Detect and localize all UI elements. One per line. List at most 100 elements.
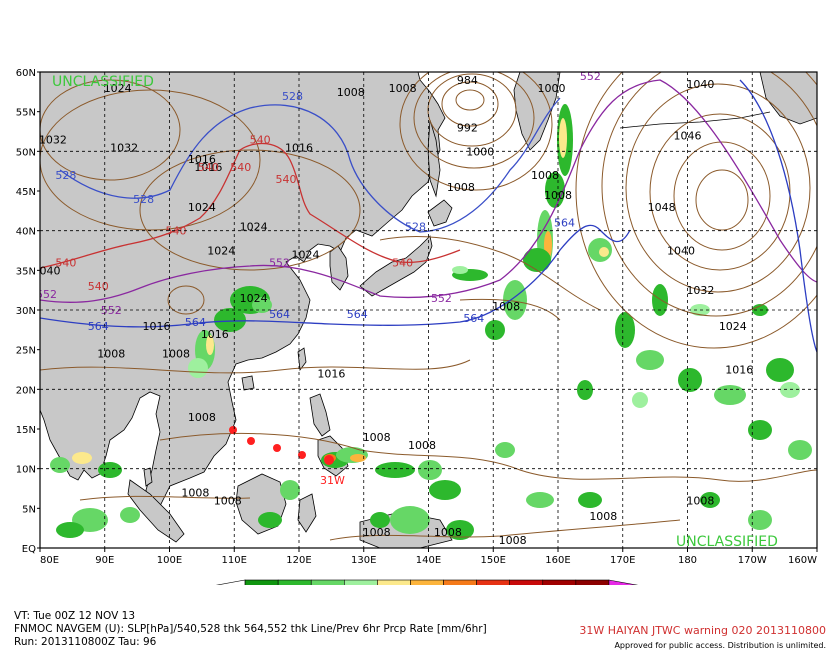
thickness-label: 540 [276, 173, 297, 186]
thickness-label: 528 [405, 221, 426, 234]
slp-label: 1032 [39, 133, 67, 146]
slp-label: 1008 [214, 494, 242, 507]
slp-label: 1008 [499, 534, 527, 547]
precip-cell [120, 507, 140, 523]
precip-cell [578, 492, 602, 508]
slp-label: 1040 [686, 78, 714, 91]
colorbar-cell [215, 579, 246, 585]
thickness-label: 528 [55, 169, 76, 182]
thickness-label: 528 [282, 90, 303, 103]
thickness-label: 552 [269, 256, 290, 269]
jtwc-warning: 31W HAIYAN JTWC warning 020 2013110800 [579, 624, 826, 637]
slp-label: 1024 [719, 320, 747, 333]
hainan [241, 375, 255, 391]
slp-label: 1008 [181, 486, 209, 499]
lat-tick-label: 45N [16, 187, 36, 198]
precip-cell [50, 457, 70, 473]
lat-tick-label: 40N [16, 227, 36, 238]
colorbar-cell [344, 579, 378, 585]
colorbar-cell [542, 579, 577, 585]
precip-cell [375, 462, 415, 478]
storm-label: 31W [320, 474, 345, 487]
precip-colorbar: 248121825355070 [215, 579, 639, 585]
thickness-label: 540 [230, 161, 251, 174]
lon-tick-label: 110E [222, 555, 247, 566]
latitude-ticks: 60N 55N 50N 45N 40N 35N 30N 25N 20N 15N 10N 5N EQ [16, 68, 40, 555]
storm-position-marker [229, 426, 237, 434]
thickness-label: 564 [88, 320, 109, 333]
precip-cell [599, 247, 609, 257]
longitude-ticks: 80E 90E 100E 110E 120E 130E 140E 150E 160E 170E 18… [39, 548, 818, 566]
lat-tick-label: 25N [16, 346, 36, 357]
precip-cell [523, 248, 551, 272]
slp-label: 1024 [207, 244, 235, 257]
precip-cell [72, 452, 92, 464]
lon-tick-label: 120E [286, 555, 311, 566]
colorbar-cell [410, 579, 444, 585]
thickness-label: 540 [392, 256, 413, 269]
thickness-label: 540 [165, 225, 186, 238]
slp-label: 1008 [188, 411, 216, 424]
precip-cell [452, 266, 468, 274]
lon-tick-label: 140E [416, 555, 441, 566]
colorbar-cell [575, 579, 610, 585]
slp-label: 984 [457, 74, 478, 87]
lon-tick-label: 100E [157, 555, 182, 566]
colorbar-cell [509, 579, 544, 585]
slp-label: 1000 [466, 145, 494, 158]
storm-position-marker [273, 444, 281, 452]
slp-label: 1040 [667, 244, 695, 257]
slp-label: 1024 [291, 248, 319, 261]
slp-label: 1032 [110, 141, 138, 154]
slp-label: 1016 [143, 320, 171, 333]
lon-tick-label: 160W [788, 555, 817, 566]
thickness-label: 540 [250, 133, 271, 146]
precip-cell [636, 350, 664, 370]
thickness-label: 552 [431, 292, 452, 305]
slp-label: 1024 [240, 221, 268, 234]
precip-cell [748, 510, 772, 530]
lon-tick-label: 150E [481, 555, 506, 566]
thickness-label: 540 [198, 161, 219, 174]
precip-cell [526, 492, 554, 508]
thickness-label: 564 [554, 217, 575, 230]
precip-cell [714, 385, 746, 405]
precip-cell [678, 368, 702, 392]
lat-tick-label: 50N [16, 147, 36, 158]
slp-label: 1016 [725, 363, 753, 376]
classification-label-top: UNCLASSIFIED [52, 74, 154, 90]
classification-label-bottom: UNCLASSIFIED [676, 534, 778, 550]
lat-tick-label: 10N [16, 465, 36, 476]
storm-position-marker [247, 437, 255, 445]
slp-label: 1008 [492, 300, 520, 313]
thickness-label: 528 [133, 193, 154, 206]
lat-tick-label: 55N [16, 108, 36, 119]
lon-tick-label: 170W [738, 555, 767, 566]
lat-tick-label: 60N [16, 68, 36, 79]
lon-tick-label: 170E [610, 555, 635, 566]
valid-time: VT: Tue 00Z 12 NOV 13 [14, 610, 135, 622]
lon-tick-label: 80E [40, 555, 59, 566]
product-description: FNMOC NAVGEM (U): SLP[hPa]/540,528 thk 5… [14, 623, 487, 635]
lat-tick-label: 15N [16, 425, 36, 436]
precip-cell [258, 512, 282, 528]
slp-label: 1008 [363, 526, 391, 539]
slp-label: 1048 [648, 201, 676, 214]
thickness-label: 540 [88, 280, 109, 293]
lon-tick-label: 130E [351, 555, 376, 566]
thickness-label: 564 [463, 312, 484, 325]
slp-label: 1008 [531, 169, 559, 182]
slp-label: 1008 [434, 526, 462, 539]
weather-map: 1024 1032 1032 1008 1008 984 992 1000 1000 1040 10… [16, 68, 818, 585]
precip-cell [559, 118, 567, 158]
slp-label: 1024 [240, 292, 268, 305]
lat-tick-label: 30N [16, 306, 36, 317]
colorbar-cell [476, 579, 510, 585]
thickness-label: 552 [36, 288, 57, 301]
slp-label: 1008 [589, 510, 617, 523]
slp-label: 1024 [188, 201, 216, 214]
run-info: Run: 2013110800Z Tau: 96 [14, 636, 157, 648]
precip-cell [98, 462, 122, 478]
slp-label: 1016 [317, 367, 345, 380]
colorbar-cell [244, 579, 279, 585]
